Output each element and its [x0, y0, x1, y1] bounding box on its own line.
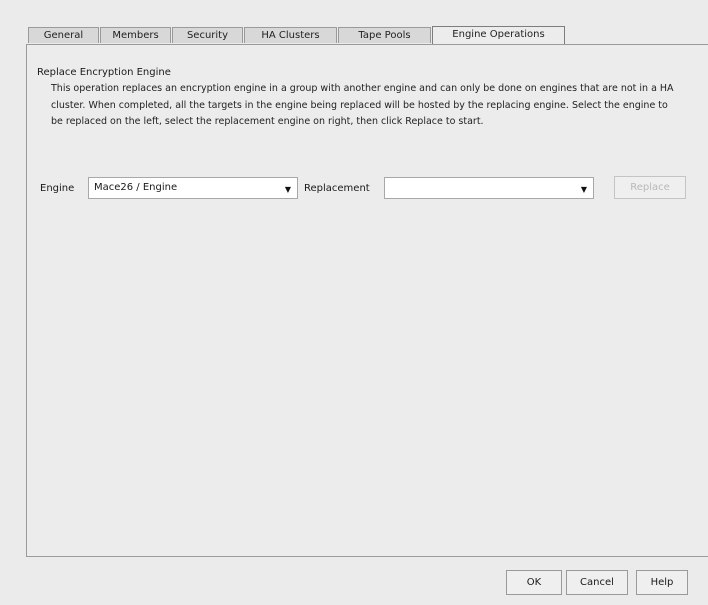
- chevron-down-icon: ▼: [284, 185, 291, 194]
- tab-general[interactable]: General: [28, 27, 99, 43]
- replace-button[interactable]: Replace: [614, 176, 686, 199]
- tab-ha-clusters[interactable]: HA Clusters: [244, 27, 337, 43]
- tab-engine-operations[interactable]: Engine Operations: [432, 26, 565, 44]
- replacement-label: Replacement: [304, 183, 370, 194]
- replacement-select[interactable]: ▼: [384, 177, 594, 199]
- tab-tape-pools[interactable]: Tape Pools: [338, 27, 431, 43]
- engine-operations-panel: Replace Encryption Engine This operation…: [26, 44, 708, 557]
- engine-select-value: Mace26 / Engine: [94, 182, 178, 193]
- engine-select[interactable]: Mace26 / Engine ▼: [88, 177, 298, 199]
- ok-button[interactable]: OK: [506, 570, 562, 595]
- dialog: General Members Security HA Clusters Tap…: [0, 0, 708, 605]
- section-title: Replace Encryption Engine: [37, 67, 171, 78]
- cancel-button[interactable]: Cancel: [566, 570, 628, 595]
- chevron-down-icon: ▼: [580, 185, 587, 194]
- tab-members[interactable]: Members: [100, 27, 171, 43]
- tab-security[interactable]: Security: [172, 27, 243, 43]
- section-description: This operation replaces an encryption en…: [51, 83, 674, 127]
- engine-label: Engine: [40, 183, 75, 194]
- help-button[interactable]: Help: [636, 570, 688, 595]
